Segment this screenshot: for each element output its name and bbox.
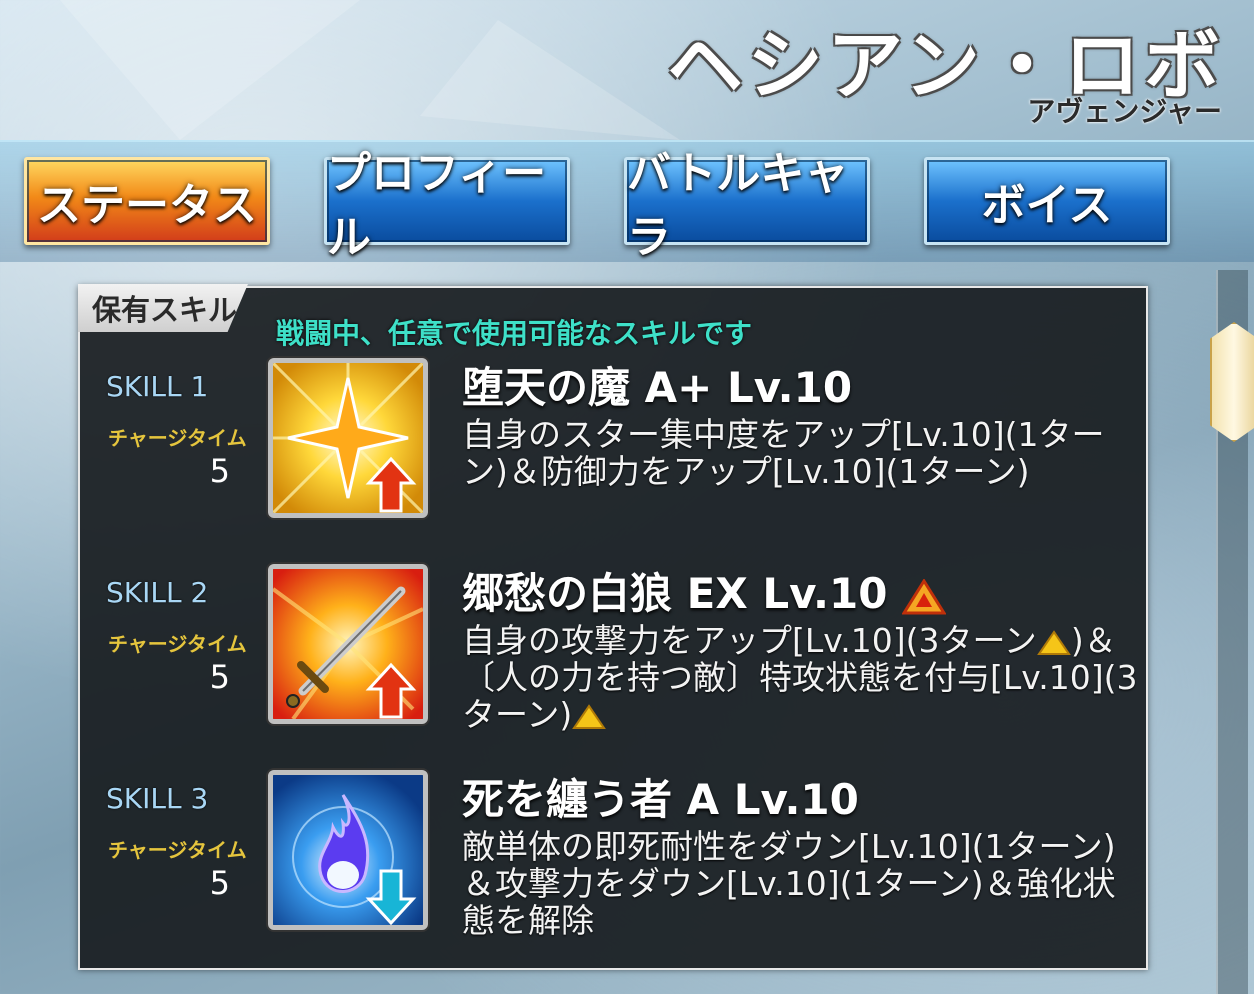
- skill-description: 自身のスター集中度をアップ[Lv.10](1ターン)＆防御力をアップ[Lv.10…: [462, 415, 1105, 491]
- skill-description-part-1: 自身の攻撃力をアップ[Lv.10](3ターン: [462, 621, 1037, 660]
- charge-time-label: チャージタイム: [108, 838, 247, 862]
- skill-name: 堕天の魔 A+ Lv.10: [462, 363, 853, 412]
- skill-number: SKILL 1: [106, 370, 209, 403]
- skill-description: 自身の攻撃力をアップ[Lv.10](3ターン)＆〔人の力を持つ敵〕特攻状態を付与…: [462, 622, 1142, 733]
- charge-time-value: 5: [209, 452, 230, 490]
- charge-time-label: チャージタイム: [108, 632, 247, 656]
- servant-class: アヴェンジャー: [1027, 95, 1222, 128]
- tab-voice[interactable]: ボイス: [924, 157, 1170, 245]
- tab-status[interactable]: ステータス: [24, 157, 270, 245]
- background-shard: [420, 20, 680, 140]
- background-shard: [60, 0, 360, 140]
- sword-attack-up-icon[interactable]: [268, 564, 428, 724]
- skill-row-1: SKILL 1 チャージタイム 5 堕天の魔 A+ Lv.10 自身のスター集中…: [78, 358, 1148, 570]
- skill-row-2: SKILL 2 チャージタイム 5 郷愁の白狼 EX Lv.10 自身の攻撃力を…: [78, 564, 1148, 776]
- tab-profile[interactable]: プロフィール: [324, 148, 570, 263]
- skill-row-3: SKILL 3 チャージタイム 5 死を纏う者 A Lv.10 敵単体の即死耐性…: [78, 770, 1148, 982]
- panel-subtitle: 戦闘中、任意で使用可能なスキルです: [276, 317, 753, 350]
- upgrade-marker-icon: [902, 578, 947, 614]
- panel-tab-label: 保有スキル: [78, 284, 248, 332]
- skill-description: 敵単体の即死耐性をダウン[Lv.10](1ターン)＆攻撃力をダウン[Lv.10]…: [462, 827, 1116, 940]
- skill-number: SKILL 2: [106, 576, 209, 609]
- charge-time-value: 5: [209, 864, 230, 902]
- upgrade-marker-icon: [572, 703, 607, 729]
- skill-name-with-upgrade: 郷愁の白狼 EX Lv.10: [462, 560, 947, 621]
- tab-battle-chara[interactable]: バトルキャラ: [624, 148, 870, 263]
- skill-number: SKILL 3: [106, 782, 209, 815]
- blue-flame-debuff-down-icon[interactable]: [268, 770, 428, 930]
- scrollbar-thumb[interactable]: [1210, 322, 1254, 442]
- upgrade-marker-icon: [1036, 629, 1071, 655]
- charge-time-label: チャージタイム: [108, 426, 247, 450]
- charge-time-value: 5: [209, 658, 230, 696]
- skill-name: 死を纏う者 A Lv.10: [462, 775, 859, 824]
- star-buff-up-icon[interactable]: [268, 358, 428, 518]
- skill-name-text: 郷愁の白狼 EX Lv.10: [462, 569, 888, 618]
